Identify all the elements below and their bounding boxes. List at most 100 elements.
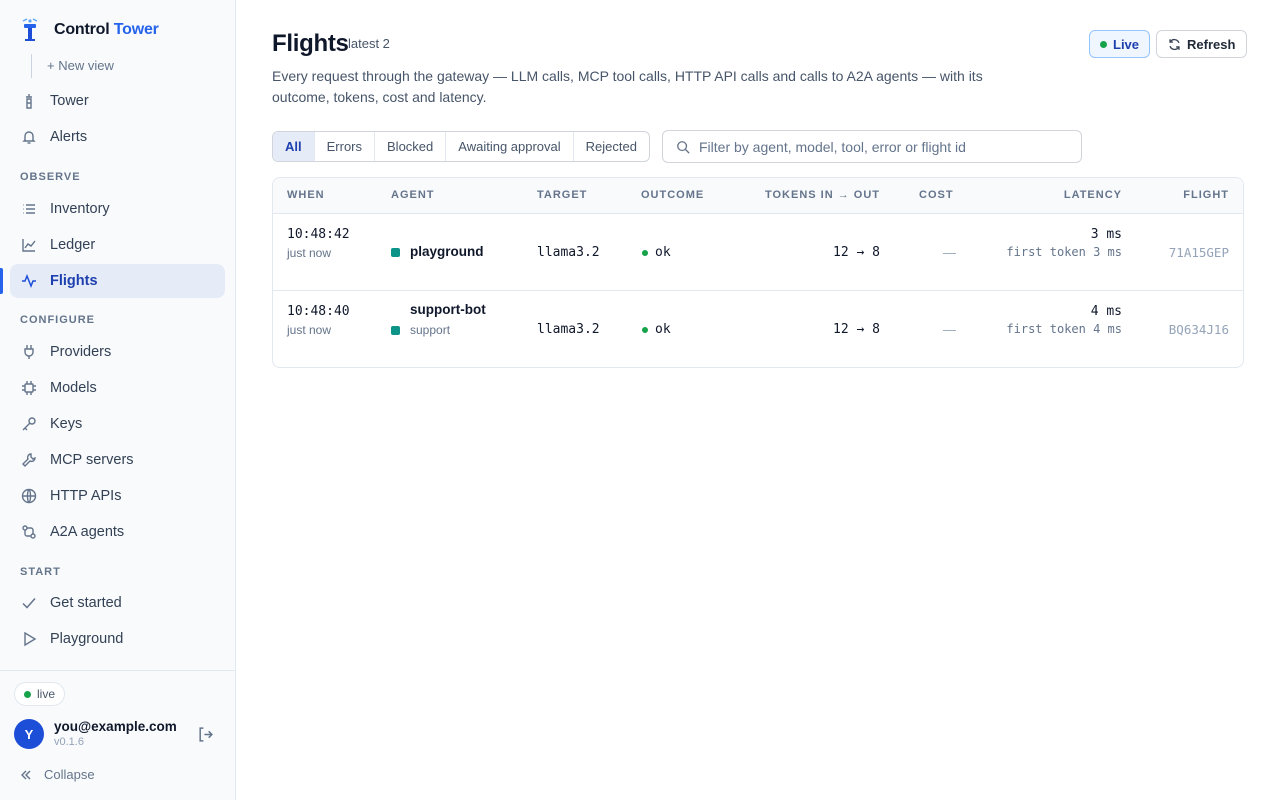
table-row[interactable]: 10:48:40 just now support-bot support ll…	[273, 291, 1243, 367]
row-flight-id[interactable]: 71A15GEP	[1169, 245, 1229, 260]
row-first-token: first token 4 ms	[1006, 322, 1122, 336]
globe-icon	[21, 488, 37, 504]
sidebar-item-label: Inventory	[50, 201, 110, 217]
sidebar-item-providers[interactable]: Providers	[10, 335, 225, 369]
check-icon	[22, 598, 36, 609]
live-toggle-button[interactable]: Live	[1089, 30, 1151, 58]
column-header-flight: FLIGHT	[1183, 189, 1229, 201]
active-indicator	[0, 268, 3, 294]
sidebar-item-label: Keys	[50, 416, 83, 432]
live-status-badge: live	[14, 682, 66, 706]
page-description: Every request through the gateway — LLM …	[272, 68, 983, 105]
bell-icon	[22, 131, 36, 144]
sidebar-item-label: Providers	[50, 344, 112, 360]
row-latency: 4 ms	[1090, 304, 1122, 319]
logout-icon[interactable]	[197, 726, 214, 743]
status-dot-icon	[24, 690, 31, 698]
filter-tab-awaiting-approval[interactable]: Awaiting approval	[445, 132, 572, 161]
row-agent[interactable]: playground	[410, 244, 484, 259]
agents-icon	[22, 525, 36, 539]
live-dot-icon	[1100, 40, 1107, 48]
search-input[interactable]	[699, 138, 1069, 155]
filter-tab-errors[interactable]: Errors	[313, 132, 374, 161]
row-agent[interactable]: support-bot	[410, 302, 486, 317]
row-agent-subtitle: support	[410, 323, 451, 337]
sidebar-item-playground[interactable]: Playground	[10, 622, 225, 656]
sidebar-item-alerts[interactable]: Alerts	[10, 120, 225, 154]
filter-tab-rejected[interactable]: Rejected	[572, 132, 649, 161]
outcome-filter-tabs: All Errors Blocked Awaiting approval Rej…	[272, 131, 650, 162]
collapse-button[interactable]: Collapse	[20, 767, 95, 782]
sidebar-item-ledger[interactable]: Ledger	[10, 228, 225, 262]
sidebar-item-a2a-agents[interactable]: A2A agents	[10, 515, 225, 549]
refresh-button-label: Refresh	[1187, 36, 1236, 52]
sidebar-item-inventory[interactable]: Inventory	[10, 192, 225, 226]
agent-color-tag	[391, 248, 400, 257]
row-relative-time: just now	[287, 246, 332, 260]
tower-icon	[26, 94, 32, 109]
sidebar-item-models[interactable]: Models	[10, 371, 225, 405]
row-time: 10:48:40	[287, 304, 350, 319]
new-view-link[interactable]: + New view	[31, 54, 114, 78]
sidebar: Control Tower + New view Tower Alerts OB…	[0, 0, 236, 800]
wrench-icon	[22, 453, 36, 467]
avatar[interactable]: Y	[14, 719, 44, 749]
table-header: WHEN AGENT TARGET OUTCOME TOKENS IN → OU…	[273, 178, 1243, 214]
brand-name: Control Tower	[54, 21, 159, 38]
sidebar-item-tower[interactable]: Tower	[10, 84, 225, 118]
sidebar-footer: live Y you@example.com v0.1.6 Collapse	[0, 670, 235, 800]
row-flight-id[interactable]: BQ634J16	[1169, 322, 1229, 337]
live-button-label: Live	[1113, 36, 1140, 52]
live-status-label: live	[37, 687, 56, 701]
page-subtitle: latest 2	[348, 36, 390, 51]
sidebar-item-keys[interactable]: Keys	[10, 407, 225, 441]
table-row[interactable]: 10:48:42 just now playground llama3.2 ok…	[273, 214, 1243, 291]
sidebar-item-label: HTTP APIs	[50, 488, 122, 504]
flights-table: WHEN AGENT TARGET OUTCOME TOKENS IN → OU…	[272, 177, 1244, 368]
brand[interactable]: Control Tower	[20, 16, 159, 44]
sidebar-item-label: Alerts	[50, 129, 88, 145]
section-label-observe: OBSERVE	[20, 171, 81, 183]
column-header-outcome: OUTCOME	[641, 189, 705, 201]
filter-tab-blocked[interactable]: Blocked	[374, 132, 445, 161]
collapse-label: Collapse	[44, 767, 95, 782]
filter-tab-all[interactable]: All	[273, 132, 314, 161]
search-icon	[677, 140, 690, 154]
sidebar-item-http-apis[interactable]: HTTP APIs	[10, 479, 225, 513]
column-header-when: WHEN	[287, 189, 325, 201]
sidebar-item-label: Models	[50, 380, 97, 396]
row-target: llama3.2	[537, 322, 600, 337]
row-cost: —	[943, 245, 956, 260]
row-first-token: first token 3 ms	[1006, 245, 1122, 259]
play-icon	[24, 631, 37, 647]
tower-logo-icon	[22, 18, 38, 41]
chevrons-left-icon	[21, 770, 31, 779]
refresh-icon	[1169, 38, 1180, 50]
sidebar-item-label: A2A agents	[50, 524, 125, 540]
app-version: v0.1.6	[54, 736, 84, 748]
sidebar-item-get-started[interactable]: Get started	[10, 586, 225, 620]
row-tokens: 12 → 8	[833, 322, 880, 337]
sidebar-item-label: MCP servers	[50, 452, 134, 468]
line-chart-icon	[22, 239, 36, 252]
row-latency: 3 ms	[1090, 227, 1122, 242]
row-tokens: 12 → 8	[833, 245, 880, 260]
search-box[interactable]	[662, 130, 1082, 163]
ok-status-dot	[642, 327, 648, 333]
sidebar-item-label: Playground	[50, 631, 124, 647]
main-content: Flights latest 2 Live Refresh Every requ…	[236, 0, 1280, 800]
sidebar-item-label: Tower	[50, 93, 89, 109]
column-header-cost: COST	[919, 189, 954, 201]
sidebar-item-mcp-servers[interactable]: MCP servers	[10, 443, 225, 477]
ok-status-dot	[642, 250, 648, 256]
sidebar-item-label: Ledger	[50, 237, 96, 253]
row-target: llama3.2	[537, 245, 600, 260]
column-header-tokens: TOKENS IN → OUT	[764, 189, 880, 201]
user-email: you@example.com	[54, 719, 177, 734]
section-label-start: START	[20, 566, 61, 578]
sidebar-item-label: Flights	[50, 273, 98, 289]
agent-color-tag	[391, 326, 400, 335]
column-header-latency: LATENCY	[1063, 189, 1122, 201]
refresh-button[interactable]: Refresh	[1156, 30, 1248, 58]
sidebar-item-flights[interactable]: Flights	[10, 264, 225, 298]
